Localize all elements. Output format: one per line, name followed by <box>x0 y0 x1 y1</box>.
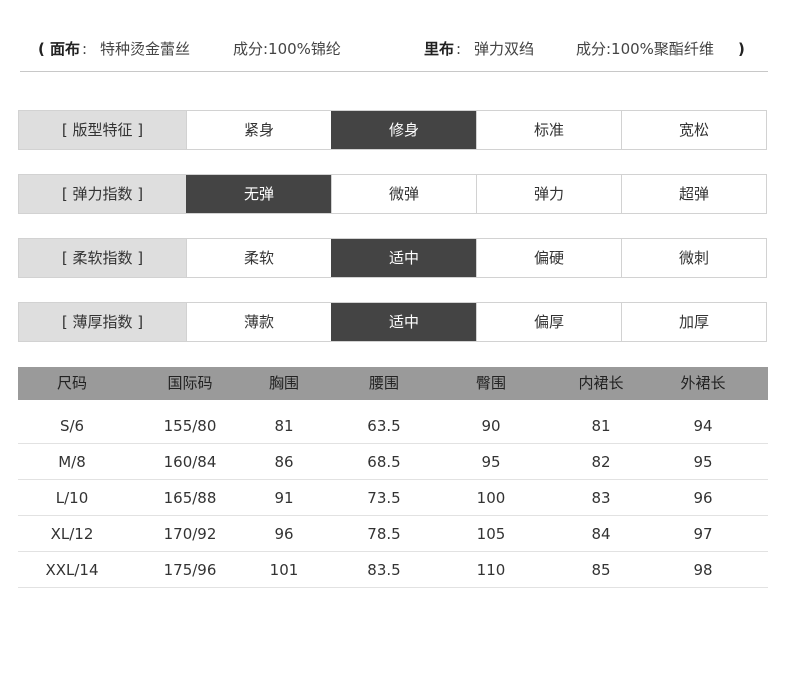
table-cell: 94 <box>693 417 713 435</box>
table-cell: 96 <box>693 489 713 507</box>
table-cell: 175/96 <box>163 561 217 579</box>
attr-option-softness-3: 微刺 <box>621 239 766 277</box>
outer-fabric-label: 面布 <box>50 40 81 58</box>
table-cell: 81 <box>274 417 294 435</box>
table-cell: 85 <box>591 561 611 579</box>
table-cell: 81 <box>591 417 611 435</box>
attr-row-elasticity: [ 弹力指数 ] 无弹 微弹 弹力 超弹 <box>18 174 767 214</box>
outer-fabric-composition: 成分:100%锦纶 <box>233 40 341 58</box>
attr-row-thickness: [ 薄厚指数 ] 薄款 适中 偏厚 加厚 <box>18 302 767 342</box>
table-row: S/6 155/80 81 63.5 90 81 94 <box>18 408 768 444</box>
table-cell: 82 <box>591 453 611 471</box>
table-cell: 165/88 <box>163 489 217 507</box>
header-size: 尺码 <box>56 374 88 392</box>
attr-option-fit-3: 宽松 <box>621 111 766 149</box>
table-cell: 91 <box>274 489 294 507</box>
header-intl-size: 国际码 <box>167 374 213 392</box>
table-cell: 95 <box>481 453 501 471</box>
table-cell: 83 <box>591 489 611 507</box>
table-cell: 105 <box>476 525 506 543</box>
open-paren: ( <box>38 40 45 58</box>
table-cell: M/8 <box>58 453 86 471</box>
table-cell: 160/84 <box>163 453 217 471</box>
attr-option-thickness-1: 适中 <box>331 303 476 341</box>
table-cell: 84 <box>591 525 611 543</box>
table-cell: 95 <box>693 453 713 471</box>
close-paren: ) <box>738 40 745 58</box>
table-cell: L/10 <box>55 489 89 507</box>
attr-row-softness: [ 柔软指数 ] 柔软 适中 偏硬 微刺 <box>18 238 767 278</box>
table-cell: 110 <box>476 561 506 579</box>
table-cell: 101 <box>269 561 299 579</box>
attr-label-softness: [ 柔软指数 ] <box>19 239 186 277</box>
attr-row-fit: [ 版型特征 ] 紧身 修身 标准 宽松 <box>18 110 767 150</box>
attr-option-softness-1: 适中 <box>331 239 476 277</box>
table-cell: 155/80 <box>163 417 217 435</box>
lining-fabric-label: 里布 <box>424 40 455 58</box>
table-cell: XL/12 <box>50 525 94 543</box>
table-cell: 97 <box>693 525 713 543</box>
attr-option-fit-1: 修身 <box>331 111 476 149</box>
lining-fabric-value: 弹力双绉 <box>474 40 535 58</box>
table-row: XXL/14 175/96 101 83.5 110 85 98 <box>18 552 768 588</box>
attr-option-elasticity-0: 无弹 <box>186 175 331 213</box>
table-cell: 73.5 <box>367 489 401 507</box>
attr-label-elasticity: [ 弹力指数 ] <box>19 175 186 213</box>
attr-option-softness-2: 偏硬 <box>476 239 621 277</box>
header-hip: 臀围 <box>475 374 507 392</box>
table-cell: 96 <box>274 525 294 543</box>
table-row: XL/12 170/92 96 78.5 105 84 97 <box>18 516 768 552</box>
table-cell: 83.5 <box>367 561 401 579</box>
lining-fabric-colon: : <box>456 40 462 58</box>
attr-option-softness-0: 柔软 <box>186 239 331 277</box>
attr-label-thickness: [ 薄厚指数 ] <box>19 303 186 341</box>
table-row: M/8 160/84 86 68.5 95 82 95 <box>18 444 768 480</box>
table-cell: 68.5 <box>367 453 401 471</box>
table-row: L/10 165/88 91 73.5 100 83 96 <box>18 480 768 516</box>
lining-fabric-composition: 成分:100%聚酯纤维 <box>576 40 714 58</box>
table-cell: 90 <box>481 417 501 435</box>
table-cell: 78.5 <box>367 525 401 543</box>
attr-label-fit: [ 版型特征 ] <box>19 111 186 149</box>
outer-fabric-colon: : <box>82 40 88 58</box>
table-cell: 98 <box>693 561 713 579</box>
attr-option-elasticity-3: 超弹 <box>621 175 766 213</box>
outer-fabric-value: 特种烫金蕾丝 <box>100 40 191 58</box>
table-cell: S/6 <box>59 417 85 435</box>
table-cell: 100 <box>476 489 506 507</box>
header-waist: 腰围 <box>368 374 400 392</box>
size-table-header: 尺码 国际码 胸围 腰围 臀围 内裙长 外裙长 <box>18 367 768 400</box>
fabric-info: ( 面布 : 特种烫金蕾丝 成分:100%锦纶 里布 : 弹力双绉 成分:100… <box>38 38 758 60</box>
header-inner-skirt-length: 内裙长 <box>578 374 624 392</box>
table-cell: 86 <box>274 453 294 471</box>
header-bust: 胸围 <box>268 374 300 392</box>
attr-option-elasticity-2: 弹力 <box>476 175 621 213</box>
header-outer-skirt-length: 外裙长 <box>680 374 726 392</box>
attr-option-fit-0: 紧身 <box>186 111 331 149</box>
table-cell: 63.5 <box>367 417 401 435</box>
table-cell: XXL/14 <box>45 561 99 579</box>
fabric-divider <box>20 71 768 72</box>
attr-option-fit-2: 标准 <box>476 111 621 149</box>
attr-option-thickness-2: 偏厚 <box>476 303 621 341</box>
attr-option-elasticity-1: 微弹 <box>331 175 476 213</box>
attr-option-thickness-0: 薄款 <box>186 303 331 341</box>
table-cell: 170/92 <box>163 525 217 543</box>
attr-option-thickness-3: 加厚 <box>621 303 766 341</box>
